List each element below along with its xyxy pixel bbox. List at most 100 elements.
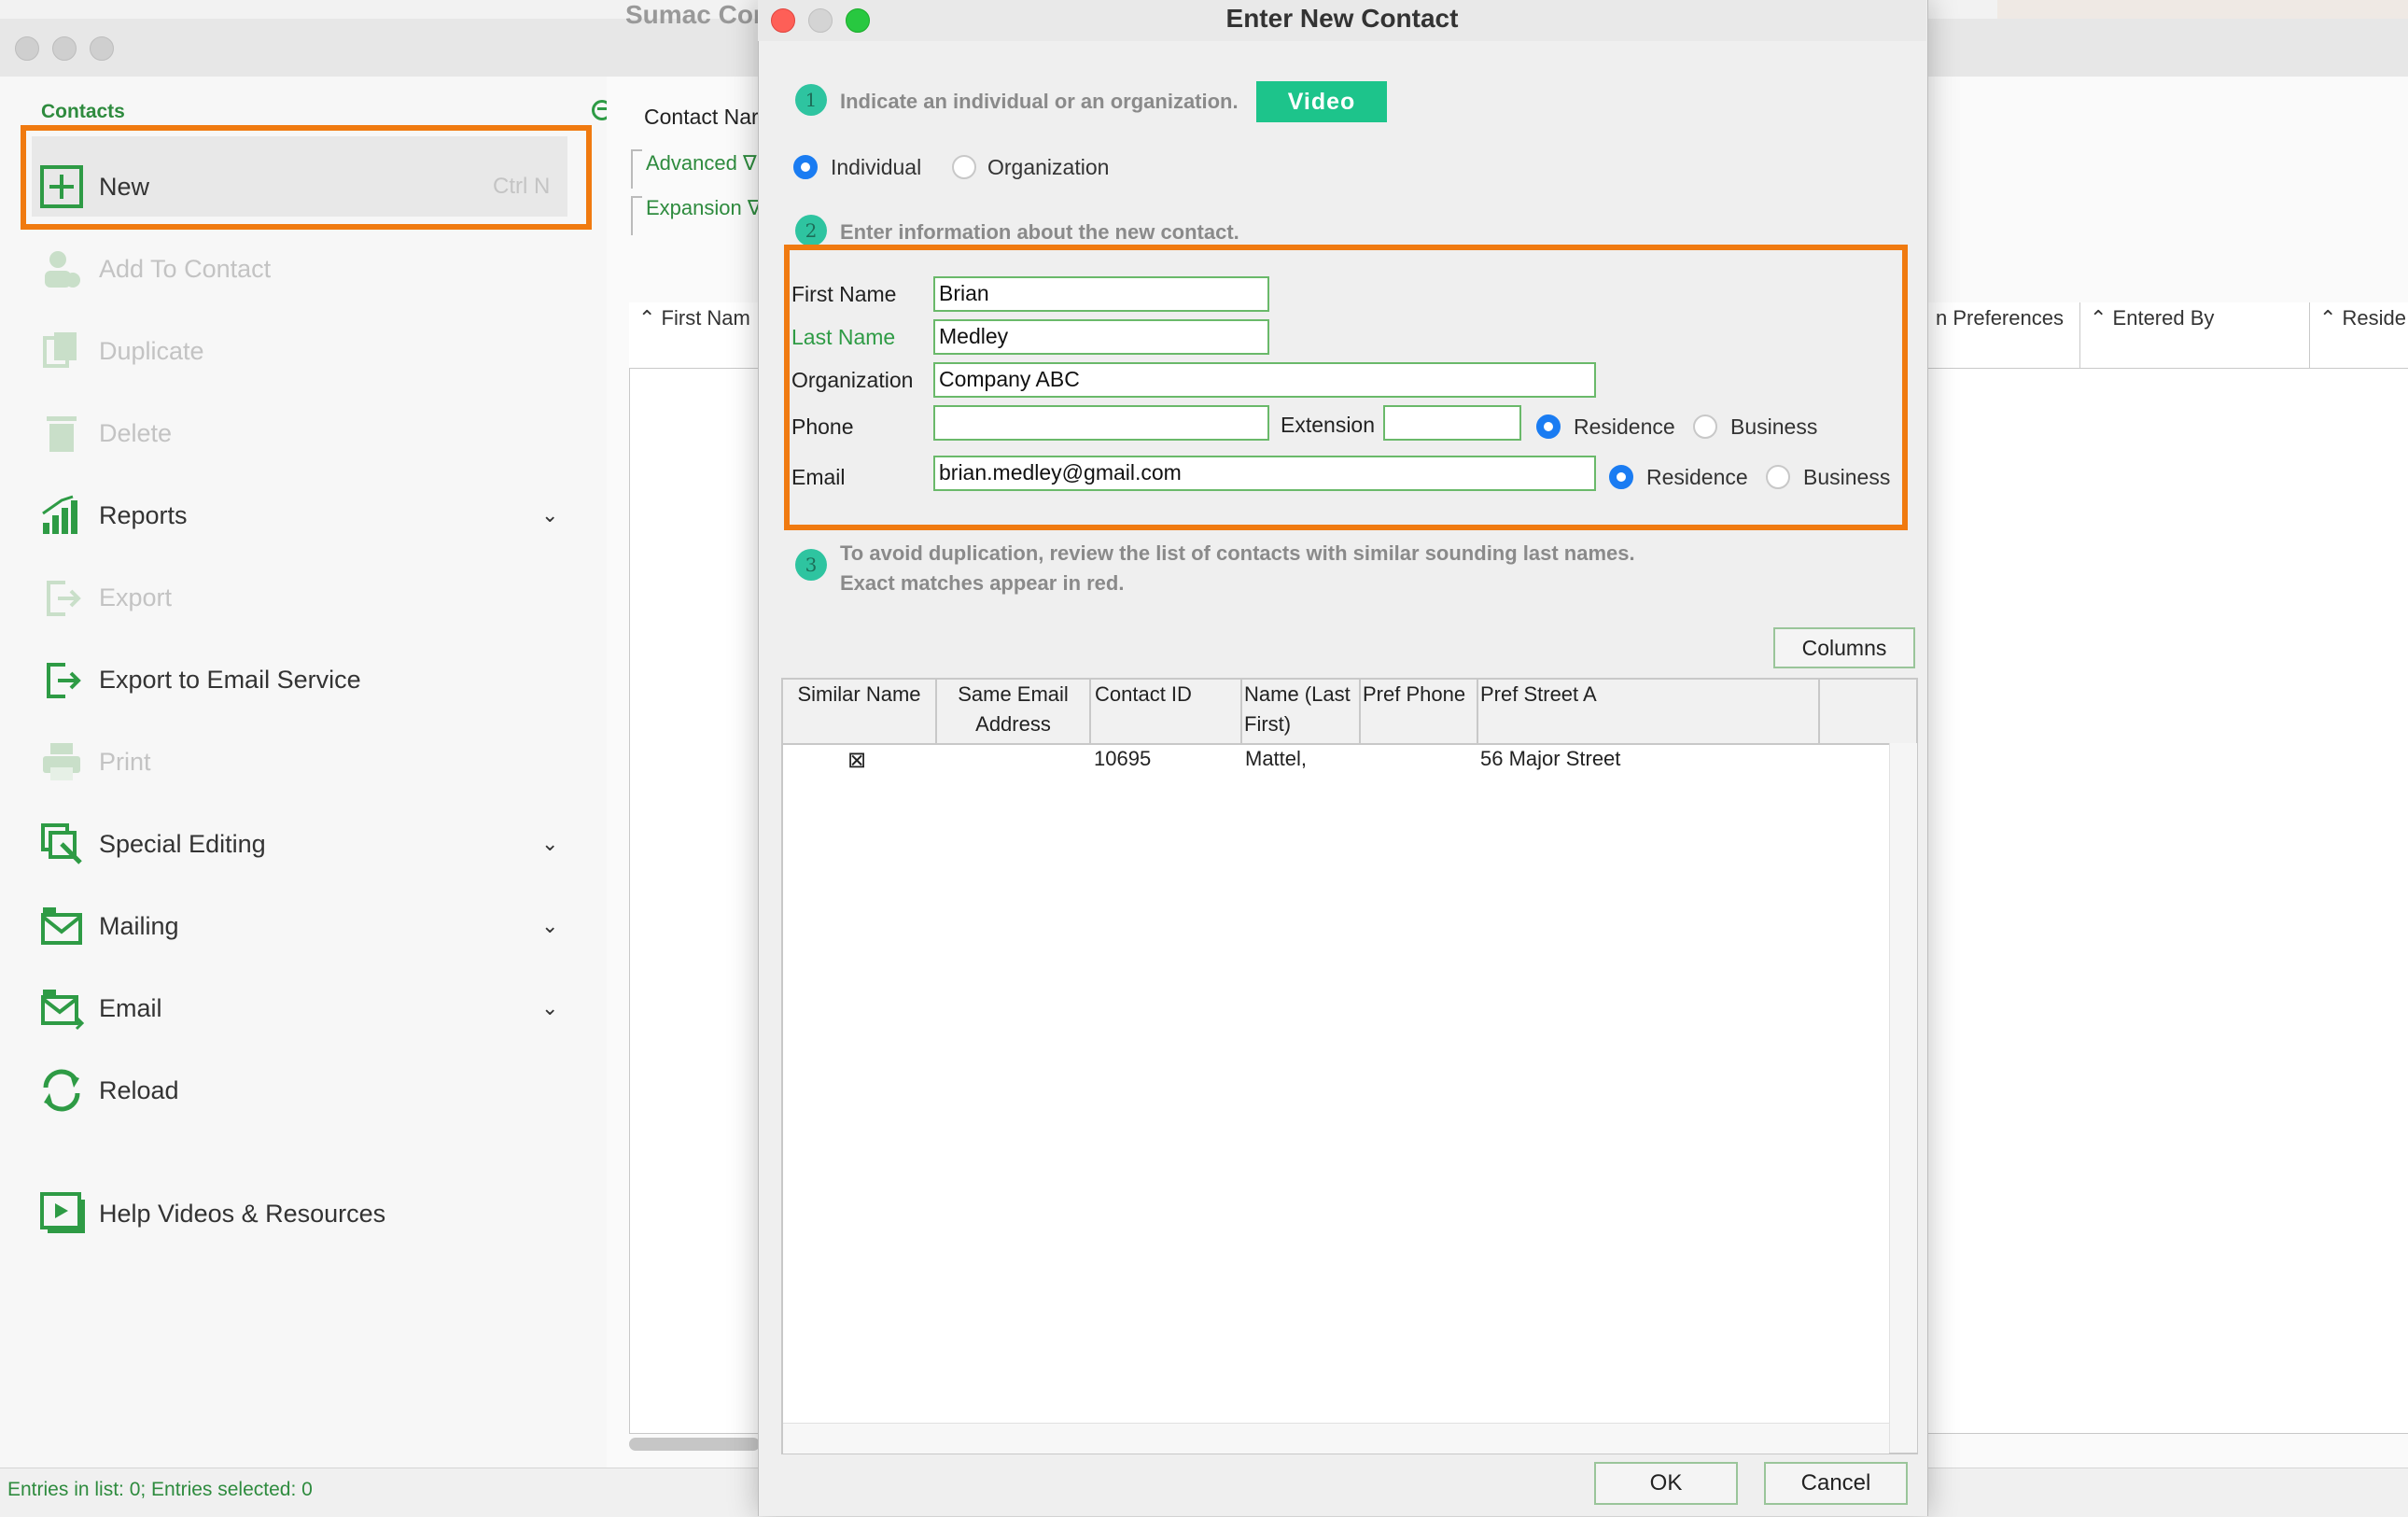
background-strip xyxy=(1997,0,2408,19)
column-label: Similar Name xyxy=(797,682,921,706)
step-2-badge: 2 xyxy=(795,215,827,246)
dialog-minimize-button[interactable] xyxy=(808,8,833,33)
cell-contact-id: 10695 xyxy=(1094,747,1152,770)
dialog-close-button[interactable] xyxy=(771,8,795,33)
cell-pref-street: 56 Major Street xyxy=(1480,747,1621,770)
table-header-entered-by[interactable]: ⌃ Entered By xyxy=(2079,302,2309,368)
cancel-button[interactable]: Cancel xyxy=(1764,1462,1908,1505)
sidebar-item-export-to-email-service[interactable]: Export to Email Service xyxy=(37,652,597,708)
column-label: Name (Last xyxy=(1244,682,1351,706)
sidebar-item-print[interactable]: Print xyxy=(37,734,597,790)
status-text: Entries in list: 0; Entries selected: 0 xyxy=(7,1479,313,1500)
table-header-residence[interactable]: ⌃ Reside xyxy=(2309,302,2408,368)
close-window-button[interactable] xyxy=(15,36,39,61)
sidebar-item-email[interactable]: Email ⌄ xyxy=(37,980,597,1036)
zoom-window-button[interactable] xyxy=(90,36,114,61)
col-similar-name[interactable]: Similar Name xyxy=(783,680,937,743)
organization-radio[interactable] xyxy=(952,155,976,179)
col-name-last-first[interactable]: Name (Last First) xyxy=(1242,680,1361,743)
column-label: First) xyxy=(1244,712,1292,736)
sidebar-item-help-videos[interactable]: Help Videos & Resources xyxy=(37,1186,597,1242)
col-pref-street[interactable]: Pref Street A xyxy=(1478,680,1820,743)
individual-radio[interactable] xyxy=(793,155,818,179)
organization-label: Organization xyxy=(987,155,1110,179)
duplicate-icon xyxy=(37,327,86,375)
col-pref-phone[interactable]: Pref Phone xyxy=(1361,680,1478,743)
step-1-badge: 1 xyxy=(795,84,827,116)
add-person-icon xyxy=(37,245,86,293)
dialog-zoom-button[interactable] xyxy=(846,8,870,33)
dialog-title: Enter New Contact xyxy=(1225,4,1459,33)
reload-icon xyxy=(37,1066,86,1115)
horizontal-scrollbar[interactable] xyxy=(629,1438,760,1451)
trash-icon xyxy=(37,409,86,457)
sidebar-item-label: Email xyxy=(99,993,162,1022)
main-window-title: Sumac Con xyxy=(625,0,770,29)
chevron-down-icon[interactable]: ⌄ xyxy=(541,996,558,1020)
similar-name-checkbox-icon[interactable]: ⊠ xyxy=(847,747,866,773)
column-label: Contact ID xyxy=(1095,682,1192,706)
column-label: Entered By xyxy=(2112,306,2215,330)
video-button[interactable]: Video xyxy=(1256,81,1387,122)
mail-icon xyxy=(37,902,86,950)
sidebar-item-label: Duplicate xyxy=(99,336,204,365)
printer-icon xyxy=(37,737,86,786)
new-highlight-box xyxy=(21,125,592,230)
col-same-email[interactable]: Same Email Address xyxy=(937,680,1091,743)
sidebar-item-label: Add To Contact xyxy=(99,254,272,283)
sidebar-item-add-to-contact[interactable]: Add To Contact xyxy=(37,241,597,297)
table-header-first-name[interactable]: ⌃ First Nam xyxy=(629,302,769,368)
similar-contacts-table xyxy=(781,678,1918,1454)
ok-button[interactable]: OK xyxy=(1594,1462,1738,1505)
column-label: n Preferences xyxy=(1936,306,2064,330)
sidebar-item-label: Delete xyxy=(99,418,173,447)
bar-chart-icon xyxy=(37,491,86,540)
sidebar-item-label: Export xyxy=(99,583,173,611)
individual-label: Individual xyxy=(831,155,922,179)
columns-button[interactable]: Columns xyxy=(1773,627,1915,668)
minimize-window-button[interactable] xyxy=(52,36,77,61)
edit-pages-icon xyxy=(37,820,86,868)
sidebar-item-label: Special Editing xyxy=(99,829,266,858)
sidebar-section-label: Contacts xyxy=(41,101,125,122)
column-label: Pref Street A xyxy=(1480,682,1597,706)
step-3-badge: 3 xyxy=(795,549,827,581)
sidebar-item-label: Mailing xyxy=(99,911,179,940)
sidebar-item-duplicate[interactable]: Duplicate xyxy=(37,323,597,379)
sidebar-item-reload[interactable]: Reload xyxy=(37,1062,597,1118)
form-highlight-box xyxy=(784,245,1908,530)
chevron-down-icon[interactable]: ⌄ xyxy=(541,832,558,856)
export-icon xyxy=(37,655,86,704)
sidebar-item-label: Print xyxy=(99,747,151,776)
step-2-text: Enter information about the new contact. xyxy=(840,220,1239,244)
sidebar-item-label: Reload xyxy=(99,1075,179,1104)
vertical-scrollbar[interactable] xyxy=(1889,743,1917,1453)
sidebar-item-delete[interactable]: Delete xyxy=(37,405,597,461)
col-contact-id[interactable]: Contact ID xyxy=(1091,680,1242,743)
chevron-down-icon[interactable]: ⌄ xyxy=(541,503,558,527)
filter-bracket xyxy=(631,196,642,235)
column-label: Same Email xyxy=(958,682,1069,706)
table-row[interactable] xyxy=(783,743,1889,777)
column-label: Reside xyxy=(2342,306,2407,330)
sidebar-item-special-editing[interactable]: Special Editing ⌄ xyxy=(37,816,597,872)
column-label: Pref Phone xyxy=(1363,682,1466,706)
sidebar-item-mailing[interactable]: Mailing ⌄ xyxy=(37,898,597,954)
email-send-icon xyxy=(37,984,86,1032)
column-label: First Nam xyxy=(661,306,750,330)
export-icon xyxy=(37,573,86,622)
horizontal-scrollbar[interactable] xyxy=(783,1423,1889,1454)
video-play-icon xyxy=(37,1189,86,1238)
sidebar-item-label: Help Videos & Resources xyxy=(99,1199,386,1228)
sidebar-item-reports[interactable]: Reports ⌄ xyxy=(37,487,597,543)
table-header-preferences[interactable]: n Preferences xyxy=(1926,302,2079,368)
chevron-down-icon[interactable]: ⌄ xyxy=(541,914,558,938)
cell-name: Mattel, xyxy=(1245,747,1308,770)
step-3-text-line2: Exact matches appear in red. xyxy=(840,571,1125,595)
column-label: Address xyxy=(975,712,1051,736)
filter-bracket xyxy=(631,149,642,189)
expansion-filter-link[interactable]: Expansion ∇ xyxy=(646,196,762,220)
sidebar-item-export[interactable]: Export xyxy=(37,569,597,625)
sidebar-item-label: Reports xyxy=(99,500,188,529)
advanced-filter-link[interactable]: Advanced ∇ xyxy=(646,151,757,176)
